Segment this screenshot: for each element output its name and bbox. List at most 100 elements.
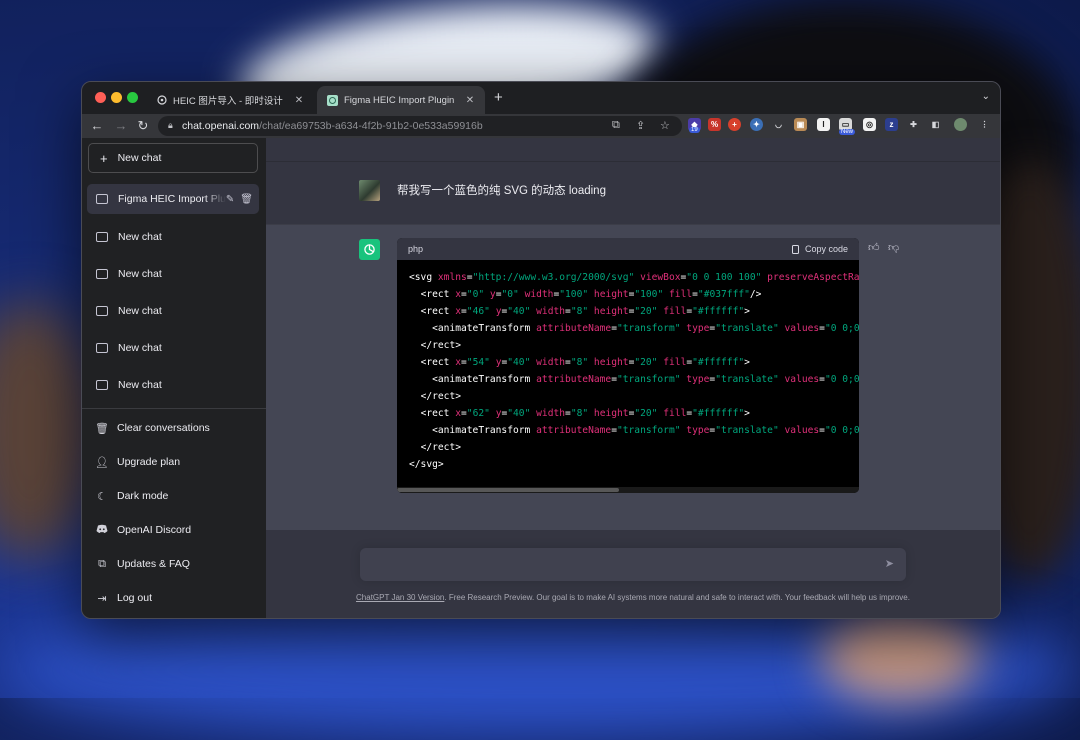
trash-icon[interactable]: 🗑︎ [240, 194, 253, 205]
tab-search-chevron-icon[interactable]: ⌄ [982, 91, 990, 102]
copy-code-label: Copy code [804, 244, 848, 254]
clear-conversations-button[interactable]: 🗑︎ Clear conversations [87, 413, 259, 443]
extension-count-badge: 19 [689, 127, 700, 133]
window-zoom-button[interactable] [127, 92, 138, 103]
send-icon[interactable]: ➤ [885, 557, 894, 570]
code-line: <animateTransform attributeName="transfo… [432, 425, 859, 436]
edit-icon[interactable]: ✎ [226, 194, 234, 205]
code-line: </rect> [420, 340, 461, 351]
code-line: <svg xmlns="http://www.w3.org/2000/svg" … [409, 272, 859, 283]
menu-label: Upgrade plan [117, 456, 181, 468]
chat-bubble-icon [96, 343, 108, 353]
upgrade-plan-button[interactable]: 👤︎ Upgrade plan [87, 447, 259, 477]
profile-avatar[interactable] [954, 118, 967, 131]
more-menu-icon[interactable]: ⋮ [978, 118, 991, 131]
conversation-item[interactable]: New chat [87, 222, 259, 252]
conversation-item[interactable]: Figma HEIC Import Plugin ✎ 🗑︎ [87, 184, 259, 214]
code-line: <animateTransform attributeName="transfo… [432, 374, 859, 385]
conversation-item[interactable]: New chat [87, 333, 259, 363]
trash-icon: 🗑︎ [95, 422, 109, 435]
address-bar[interactable]: 🔒︎ chat.openai.com/chat/ea69753b-a634-4f… [158, 116, 682, 136]
extension-icon[interactable]: ✦ [750, 118, 763, 131]
scrollbar-thumb[interactable] [397, 488, 619, 492]
menu-label: OpenAI Discord [117, 524, 192, 536]
conversation-item[interactable]: New chat [87, 259, 259, 289]
copy-code-button[interactable]: Copy code [791, 244, 848, 254]
composer-area: ➤ ChatGPT Jan 30 Version. Free Research … [266, 530, 1000, 618]
extension-icon[interactable]: + [728, 118, 741, 131]
code-language-label: php [408, 244, 424, 254]
window-close-button[interactable] [95, 92, 106, 103]
code-horizontal-scrollbar[interactable] [397, 487, 859, 493]
code-line: <rect x="62" y="40" width="8" height="20… [420, 408, 750, 419]
code-content[interactable]: <svg xmlns="http://www.w3.org/2000/svg" … [397, 260, 859, 473]
chatgpt-icon [327, 94, 338, 106]
wallpaper-shape [820, 610, 980, 700]
forward-arrow-icon[interactable]: → [112, 117, 130, 135]
moon-icon: ☾ [97, 490, 107, 503]
new-chat-button[interactable]: + New chat [88, 143, 258, 173]
extension-icon[interactable]: z [885, 118, 898, 131]
tab-close-icon[interactable]: ✕ [463, 95, 477, 106]
user-avatar [359, 180, 380, 201]
chat-bubble-icon [96, 232, 108, 242]
menu-label: Dark mode [117, 490, 169, 502]
puzzle-icon[interactable]: ✚ [907, 118, 920, 131]
chat-bubble-icon [96, 194, 108, 204]
thumbs-down-icon[interactable]: 👎︎ [888, 241, 899, 254]
tab-title: HEIC 图片导入 - 即时设计 [173, 96, 283, 107]
openai-discord-link[interactable]: OpenAI Discord [87, 515, 259, 545]
extension-icon[interactable]: ◎ [863, 118, 876, 131]
new-chat-label: New chat [117, 152, 162, 164]
extension-new-badge: New [839, 129, 856, 135]
sidepanel-icon[interactable]: ◧ [929, 118, 942, 131]
chat-top-strip [266, 138, 1000, 162]
tab-strip: HEIC 图片导入 - 即时设计 ✕ Figma HEIC Import Plu… [82, 82, 1000, 114]
menu-label: Log out [117, 592, 153, 604]
browser-tab-heic[interactable]: HEIC 图片导入 - 即时设计 ✕ [146, 86, 314, 114]
code-line: <rect x="46" y="40" width="8" height="20… [420, 306, 750, 317]
tab-close-icon[interactable]: ✕ [292, 95, 306, 106]
share-icon[interactable]: ⇪ [636, 119, 645, 132]
conversation-label: New chat [118, 342, 162, 354]
chat-bubble-icon [96, 380, 108, 390]
code-line: <rect x="0" y="0" width="100" height="10… [420, 289, 762, 300]
code-line: <animateTransform attributeName="transfo… [432, 323, 859, 334]
conversation-label: New chat [118, 268, 162, 280]
log-out-button[interactable]: ⇥ Log out [87, 583, 259, 613]
sidebar-divider [82, 408, 266, 409]
reload-icon[interactable]: ↻ [134, 117, 152, 135]
openai-logo-icon [359, 239, 380, 260]
lock-icon: 🔒︎ [168, 120, 173, 130]
user-message-text: 帮我写一个蓝色的纯 SVG 的动态 loading [397, 185, 606, 197]
window-minimize-button[interactable] [111, 92, 122, 103]
conversation-item[interactable]: New chat [87, 370, 259, 400]
footer-disclaimer: ChatGPT Jan 30 Version. Free Research Pr… [266, 593, 1000, 602]
chat-bubble-icon [96, 306, 108, 316]
dark-mode-button[interactable]: ☾ Dark mode [87, 481, 259, 511]
back-arrow-icon[interactable]: ← [88, 117, 106, 135]
user-icon: 👤︎ [95, 456, 109, 469]
extension-icon[interactable]: ◡ [772, 118, 785, 131]
new-tab-icon[interactable]: + [494, 90, 503, 105]
conversation-item[interactable]: New chat [87, 296, 259, 326]
extension-icon[interactable]: I [817, 118, 830, 131]
code-line: </rect> [420, 391, 461, 402]
browser-tab-figma[interactable]: Figma HEIC Import Plugin ✕ [317, 86, 485, 114]
prompt-input[interactable]: ➤ [360, 548, 906, 581]
updates-faq-link[interactable]: ⧉ Updates & FAQ [87, 549, 259, 579]
extension-icon[interactable]: % [708, 118, 721, 131]
bookmark-star-icon[interactable]: ☆ [660, 119, 670, 132]
code-line: </svg> [409, 459, 444, 470]
translate-icon[interactable]: ⧉ [612, 119, 620, 132]
browser-toolbar: ← → ↻ 🔒︎ chat.openai.com/chat/ea69753b-a… [82, 114, 1000, 139]
conversation-label: Figma HEIC Import Plugin [118, 193, 226, 205]
logout-icon: ⇥ [97, 592, 107, 605]
footer-text: . Free Research Preview. Our goal is to … [444, 593, 910, 602]
clipboard-icon [791, 244, 799, 254]
external-link-icon: ⧉ [98, 557, 106, 570]
thumbs-up-icon[interactable]: 👍︎ [868, 241, 880, 254]
version-link[interactable]: ChatGPT Jan 30 Version [356, 593, 444, 602]
code-line: <rect x="54" y="40" width="8" height="20… [420, 357, 750, 368]
extension-icon[interactable]: ▣ [794, 118, 807, 131]
